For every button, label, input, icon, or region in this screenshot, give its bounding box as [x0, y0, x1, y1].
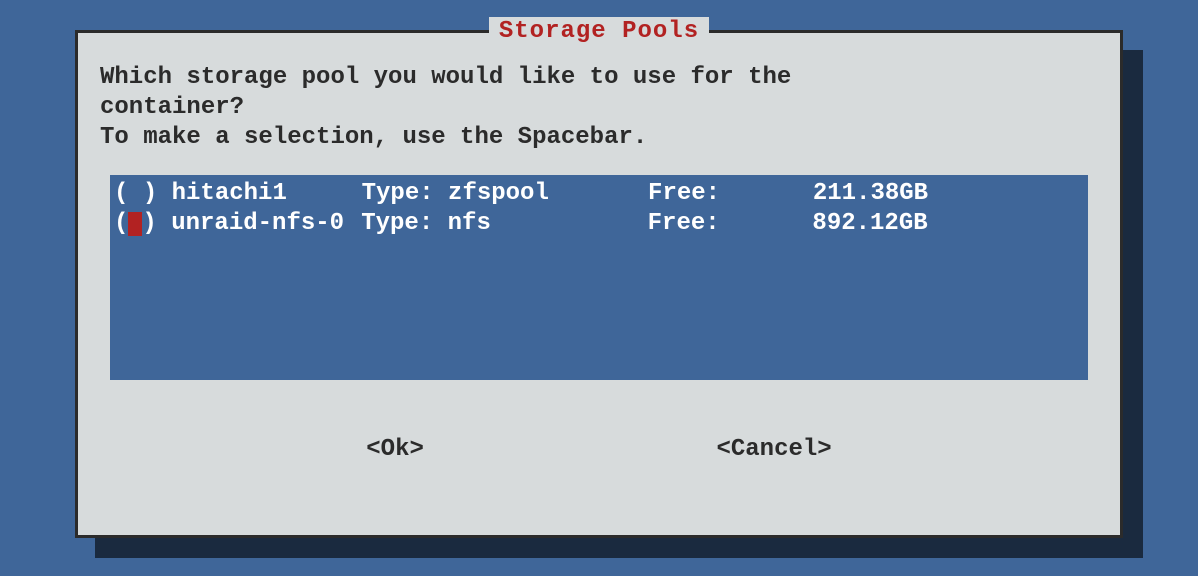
dialog-button-row: <Ok> <Cancel> — [100, 435, 1098, 465]
cancel-button[interactable]: <Cancel> — [716, 435, 831, 465]
type-label: Type: — [361, 209, 447, 239]
radio-open-paren: ( — [114, 209, 128, 239]
radio-indicator — [128, 179, 142, 209]
radio-close-paren: ) — [142, 209, 171, 239]
prompt-line-3: To make a selection, use the Spacebar. — [100, 123, 1098, 153]
list-item[interactable]: ( ) hitachi1 Type: zfspool Free: 211.38G… — [114, 179, 1078, 209]
pool-free: 211.38GB — [778, 179, 928, 209]
prompt-line-1: Which storage pool you would like to use… — [100, 63, 1098, 93]
type-label: Type: — [362, 179, 448, 209]
list-item[interactable]: () unraid-nfs-0 Type: nfs Free: 892.12GB — [114, 209, 1078, 239]
dialog-title-bar: Storage Pools — [78, 17, 1120, 47]
pool-name: hitachi1 — [172, 179, 362, 209]
pool-name: unraid-nfs-0 — [171, 209, 361, 239]
pool-free: 892.12GB — [778, 209, 928, 239]
pool-type: nfs — [448, 209, 648, 239]
prompt-line-2: container? — [100, 93, 1098, 123]
dialog-title: Storage Pools — [489, 17, 709, 47]
cursor-block-icon — [128, 212, 142, 236]
free-label: Free: — [648, 179, 778, 209]
pool-type: zfspool — [448, 179, 648, 209]
dialog-body: Which storage pool you would like to use… — [78, 33, 1120, 465]
storage-pool-listbox[interactable]: ( ) hitachi1 Type: zfspool Free: 211.38G… — [110, 175, 1088, 380]
ok-button[interactable]: <Ok> — [366, 435, 424, 465]
radio-close-paren: ) — [143, 179, 172, 209]
free-label: Free: — [648, 209, 778, 239]
storage-pools-dialog: Storage Pools Which storage pool you wou… — [75, 30, 1123, 538]
radio-open-paren: ( — [114, 179, 128, 209]
